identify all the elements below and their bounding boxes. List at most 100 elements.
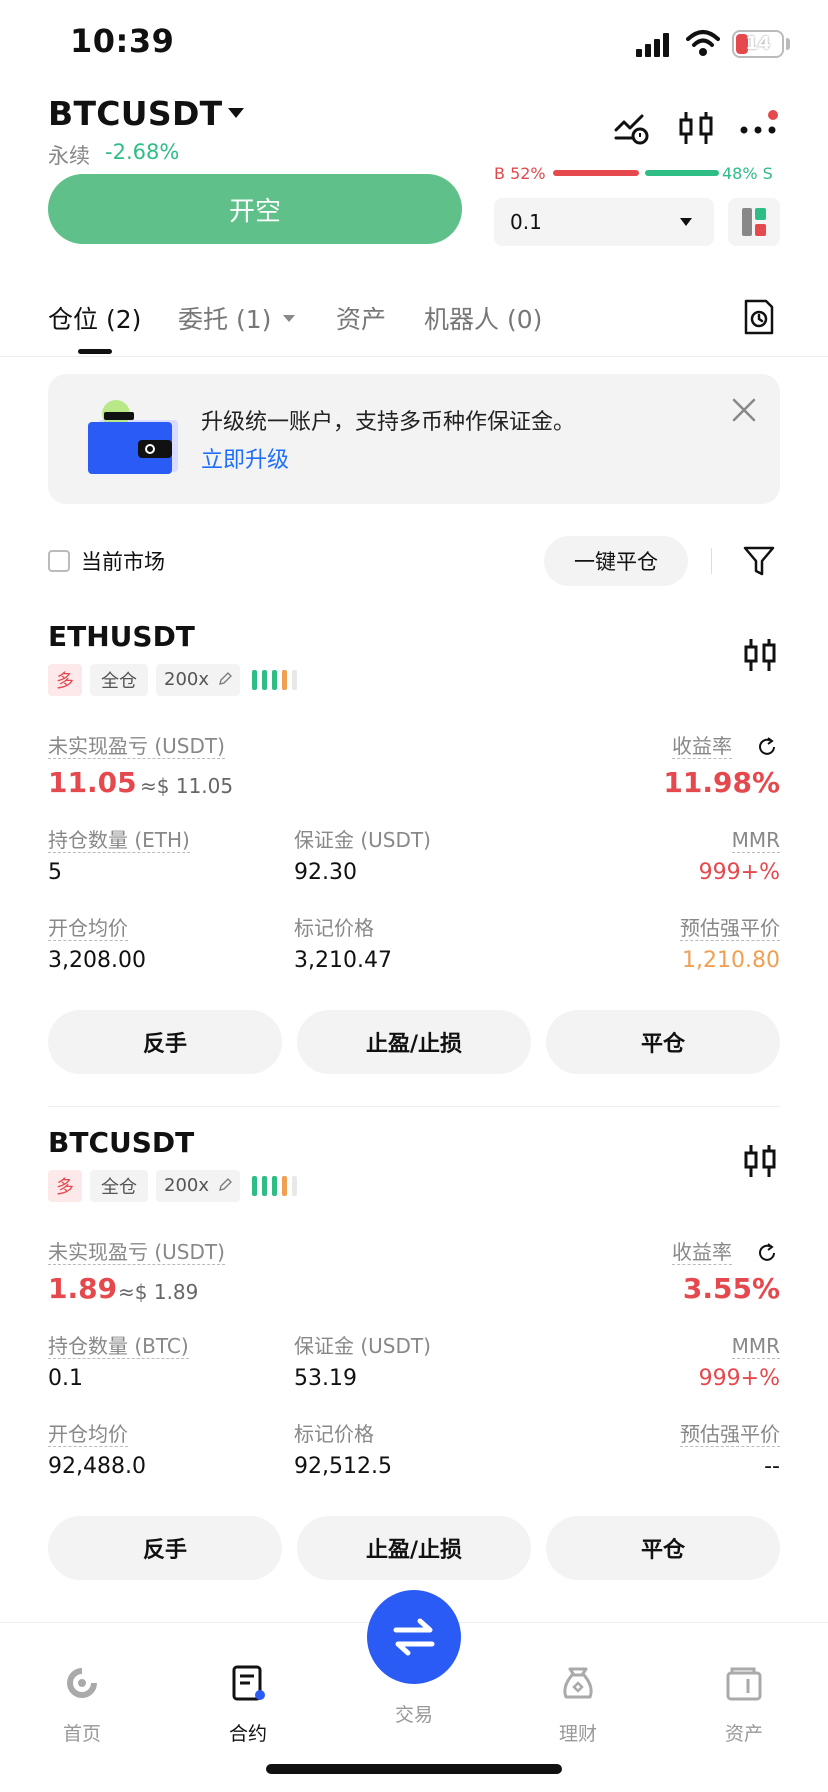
chevron-down-icon <box>680 218 692 226</box>
tab-assets[interactable]: 资产 <box>336 300 386 336</box>
battery-cap <box>786 38 790 50</box>
liquidation-price-label[interactable]: 预估强平价 <box>680 916 780 941</box>
mmr-value: 999+% <box>698 1366 780 1391</box>
buy-ratio: B 52% <box>494 164 546 183</box>
tab-positions[interactable]: 仓位 (2) <box>48 300 141 336</box>
risk-level-bar <box>262 1176 267 1196</box>
entry-price-label[interactable]: 开仓均价 <box>48 1422 128 1447</box>
nav-contract[interactable]: 合约 <box>198 1643 298 1745</box>
layout-toggle-icon[interactable] <box>728 198 780 246</box>
finance-icon <box>563 1667 593 1699</box>
swap-icon <box>393 1618 435 1656</box>
unrealized-pnl-value: 1.89 <box>48 1272 118 1305</box>
edit-icon <box>219 1178 232 1191</box>
active-tab-indicator <box>78 349 112 354</box>
refresh-icon[interactable] <box>756 1242 778 1264</box>
status-bar: 10:39 14 <box>0 0 828 90</box>
wallet-icon <box>726 1667 762 1701</box>
mmr-label[interactable]: MMR <box>731 828 780 853</box>
quantity-value: 0.1 <box>510 210 542 234</box>
nav-assets-label: 资产 <box>724 1723 763 1745</box>
upgrade-now-link[interactable]: 立即升级 <box>201 442 289 474</box>
leverage-badge[interactable]: 200x <box>156 664 240 696</box>
open-short-button[interactable]: 开空 <box>48 174 462 244</box>
roi-label[interactable]: 收益率 <box>672 1240 732 1265</box>
position-size-value: 0.1 <box>48 1366 83 1391</box>
roi-label[interactable]: 收益率 <box>672 734 732 759</box>
unrealized-pnl-usd: ≈$ 1.89 <box>118 1280 199 1304</box>
position-size-label[interactable]: 持仓数量 (ETH) <box>48 828 190 853</box>
leverage-badge[interactable]: 200x <box>156 1170 240 1202</box>
home-indicator <box>266 1764 562 1774</box>
nav-assets[interactable]: 资产 <box>694 1643 794 1745</box>
close-icon[interactable] <box>730 396 758 424</box>
liquidation-price-value: 1,210.80 <box>682 948 780 973</box>
mark-price-value: 3,210.47 <box>294 948 392 973</box>
notification-dot <box>768 110 778 120</box>
mmr-label[interactable]: MMR <box>731 1334 780 1359</box>
buy-ratio-bar <box>553 170 639 176</box>
candlestick-chart-icon[interactable] <box>742 636 778 674</box>
history-icon[interactable] <box>742 298 776 336</box>
banner-message: 升级统一账户，支持多币种作保证金。 <box>201 410 576 435</box>
tp-sl-button[interactable]: 止盈/止损 <box>297 1516 531 1580</box>
contract-icon <box>232 1665 265 1701</box>
sell-ratio: 48% S <box>722 164 773 183</box>
upgrade-banner: 升级统一账户，支持多币种作保证金。 立即升级 <box>48 374 780 504</box>
position-size-label[interactable]: 持仓数量 (BTC) <box>48 1334 189 1359</box>
candlestick-chart-icon[interactable] <box>676 108 716 148</box>
risk-level-bar <box>282 1176 287 1196</box>
pair-dropdown-icon[interactable] <box>228 108 244 118</box>
margin-mode-badge: 全仓 <box>90 1170 148 1202</box>
nav-home[interactable]: 首页 <box>32 1643 132 1745</box>
leverage-value: 200x <box>164 1175 210 1196</box>
close-position-button[interactable]: 平仓 <box>546 1010 780 1074</box>
refresh-icon[interactable] <box>756 736 778 758</box>
risk-level-bar <box>282 670 287 690</box>
margin-label: 保证金 (USDT) <box>294 828 431 852</box>
pair-selector[interactable]: BTCUSDT <box>48 94 222 133</box>
current-market-checkbox[interactable] <box>48 550 70 572</box>
nav-trade-label: 交易 <box>394 1704 433 1726</box>
entry-price-label[interactable]: 开仓均价 <box>48 916 128 941</box>
unrealized-pnl-label[interactable]: 未实现盈亏 (USDT) <box>48 734 225 759</box>
roi-value: 11.98% <box>663 766 780 799</box>
contract-type: 永续 <box>48 144 90 168</box>
risk-level-bar <box>292 670 297 690</box>
trade-button[interactable] <box>367 1590 461 1684</box>
risk-level-bar <box>272 1176 277 1196</box>
position-symbol[interactable]: ETHUSDT <box>48 620 195 653</box>
wallet-illustration-icon <box>88 400 178 474</box>
tab-orders[interactable]: 委托 (1) <box>178 300 271 336</box>
position-symbol[interactable]: BTCUSDT <box>48 1126 194 1159</box>
unrealized-pnl-value: 11.05 <box>48 766 137 799</box>
status-time: 10:39 <box>70 22 175 60</box>
liquidation-price-label[interactable]: 预估强平价 <box>680 1422 780 1447</box>
position-card: BTCUSDT 多 全仓 200x 未实现盈亏 (USDT) 1.89 ≈$ 1… <box>0 1126 828 1580</box>
roi-value: 3.55% <box>682 1272 780 1305</box>
nav-finance[interactable]: 理财 <box>528 1643 628 1745</box>
risk-level-bar <box>272 670 277 690</box>
cellular-signal-icon <box>636 33 669 57</box>
battery-level: 14 <box>745 33 771 54</box>
close-position-button[interactable]: 平仓 <box>546 1516 780 1580</box>
reverse-button[interactable]: 反手 <box>48 1010 282 1074</box>
unrealized-pnl-label[interactable]: 未实现盈亏 (USDT) <box>48 1240 225 1265</box>
wifi-icon <box>686 30 720 56</box>
tab-bots[interactable]: 机器人 (0) <box>424 300 542 336</box>
close-all-button[interactable]: 一键平仓 <box>544 536 688 586</box>
side-badge: 多 <box>48 664 82 696</box>
reverse-button[interactable]: 反手 <box>48 1516 282 1580</box>
filter-icon[interactable] <box>742 544 776 578</box>
orders-dropdown-icon[interactable] <box>283 315 295 322</box>
tp-sl-button[interactable]: 止盈/止损 <box>297 1010 531 1074</box>
margin-value: 92.30 <box>294 860 357 885</box>
mark-price-value: 92,512.5 <box>294 1454 392 1479</box>
edit-icon <box>219 672 232 685</box>
battery-icon: 14 <box>732 30 784 58</box>
price-alert-icon[interactable] <box>612 108 652 148</box>
current-market-label[interactable]: 当前市场 <box>81 546 165 576</box>
candlestick-chart-icon[interactable] <box>742 1142 778 1180</box>
mmr-value: 999+% <box>698 860 780 885</box>
quantity-selector[interactable]: 0.1 <box>494 198 714 246</box>
